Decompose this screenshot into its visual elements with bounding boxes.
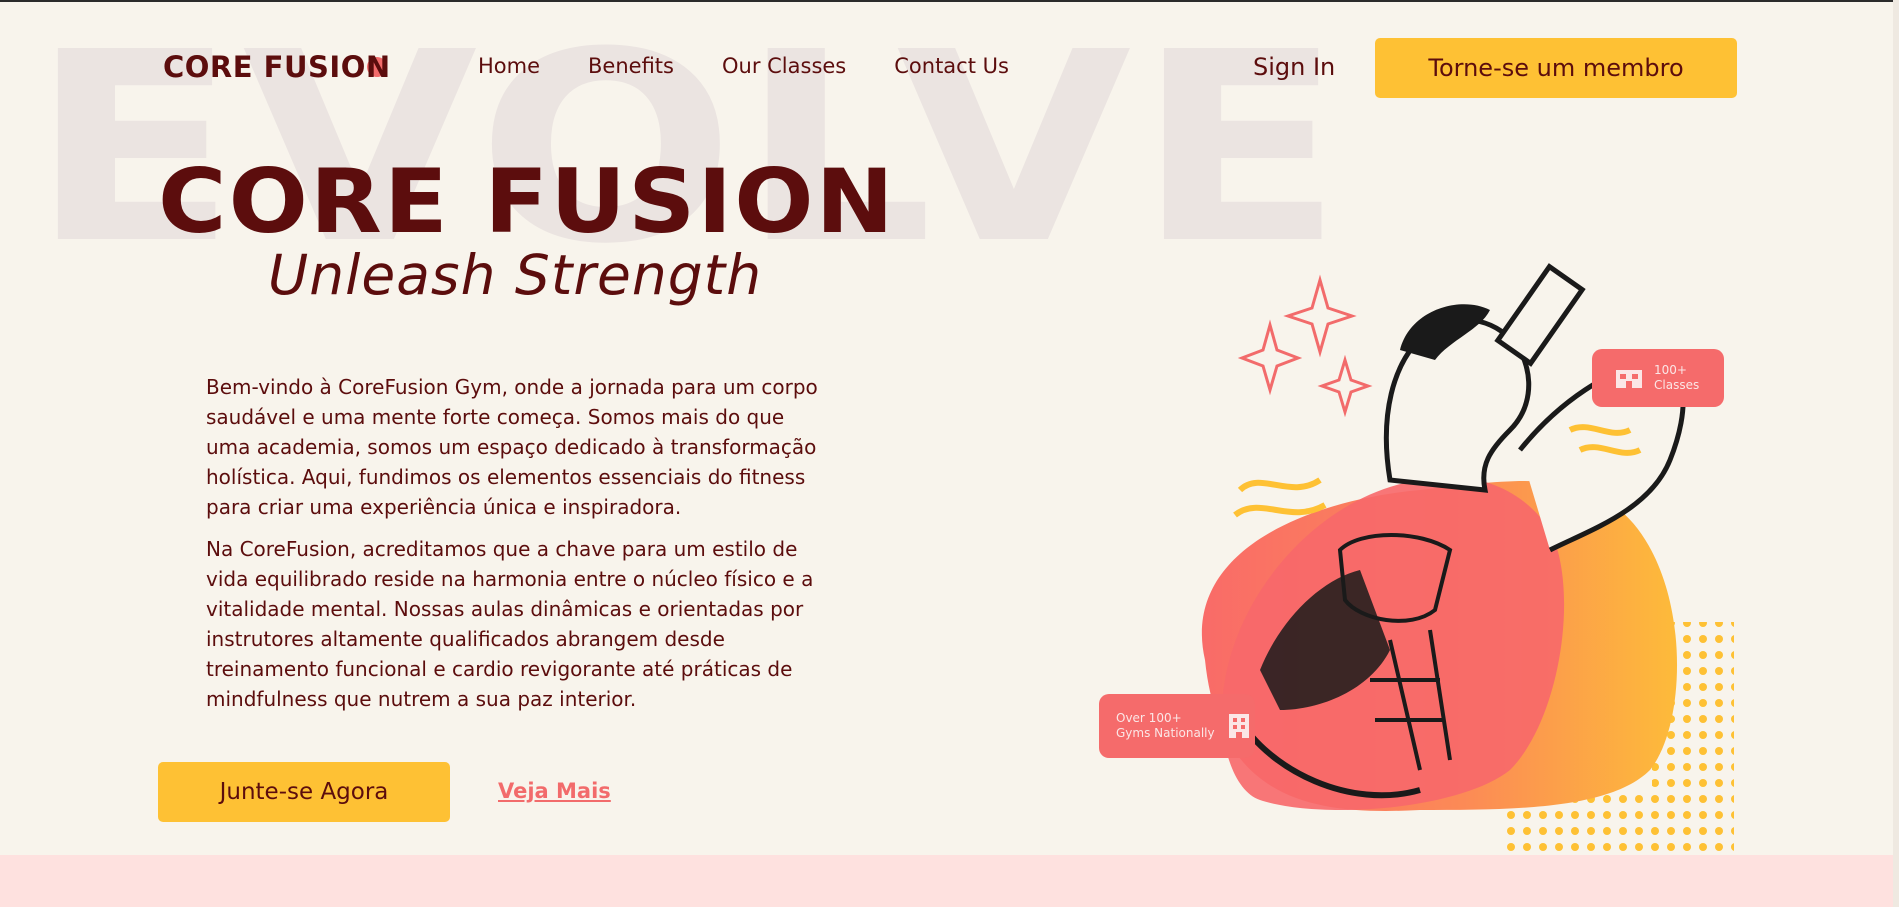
hero-description: Bem-vindo à CoreFusion Gym, onde a jorna…	[206, 372, 826, 726]
classes-badge-text: 100+ Classes	[1654, 363, 1700, 392]
bottom-section-band	[0, 855, 1899, 907]
hero-subtitle: Unleash Strength	[268, 243, 763, 307]
hero-paragraph: Na CoreFusion, acreditamos que a chave p…	[206, 537, 814, 711]
become-member-button[interactable]: Torne-se um membro	[1375, 38, 1737, 98]
sparkle-icon	[1283, 274, 1357, 358]
nav-link-home[interactable]: Home	[478, 54, 540, 78]
scrollbar-track[interactable]	[1893, 0, 1899, 907]
nav-link-benefits[interactable]: Benefits	[588, 54, 674, 78]
office-building-icon	[1228, 714, 1249, 738]
gyms-badge-text: Over 100+ Gyms Nationally	[1116, 711, 1215, 740]
building-icon	[1616, 370, 1642, 388]
logo[interactable]: CORE FUSION	[163, 50, 390, 84]
sign-in-link[interactable]: Sign In	[1253, 53, 1335, 81]
logo-text: CORE FUSION	[163, 50, 391, 84]
sparkle-icon	[1317, 354, 1373, 418]
main-nav: Home Benefits Our Classes Contact Us	[478, 54, 1009, 78]
join-now-button[interactable]: Junte-se Agora	[158, 762, 450, 822]
nav-link-contact-us[interactable]: Contact Us	[894, 54, 1009, 78]
hero-title: CORE FUSION	[158, 150, 896, 253]
see-more-link[interactable]: Veja Mais	[498, 779, 611, 803]
sparkle-icon	[1237, 319, 1303, 396]
gyms-badge: Over 100+ Gyms Nationally	[1099, 694, 1255, 758]
hero-paragraph: Bem-vindo à CoreFusion Gym, onde a jorna…	[206, 375, 818, 519]
classes-badge: 100+ Classes	[1592, 349, 1724, 407]
hero-illustration	[1090, 250, 1760, 860]
nav-link-our-classes[interactable]: Our Classes	[722, 54, 846, 78]
bodybuilder-illustration	[1201, 263, 1734, 854]
